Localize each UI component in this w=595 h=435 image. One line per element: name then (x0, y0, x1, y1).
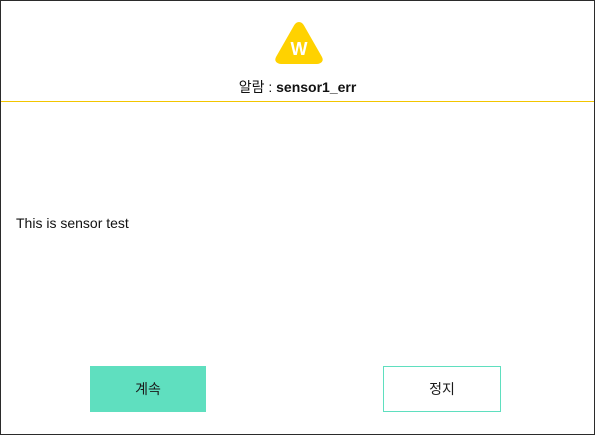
warning-icon-letter: W (291, 39, 308, 59)
alarm-message: This is sensor test (16, 215, 129, 231)
warning-triangle-icon: W (275, 22, 323, 64)
stop-button[interactable]: 정지 (383, 366, 501, 412)
continue-button-label: 계속 (135, 381, 161, 397)
alarm-dialog: W 알람 : sensor1_err This is sensor test 계… (0, 0, 595, 435)
alarm-title-prefix: 알람 : (238, 79, 277, 95)
continue-button[interactable]: 계속 (90, 366, 206, 412)
alarm-header: W 알람 : sensor1_err (1, 1, 594, 102)
alarm-name: sensor1_err (276, 79, 357, 95)
alarm-title: 알람 : sensor1_err (1, 78, 594, 96)
stop-button-label: 정지 (429, 381, 455, 397)
